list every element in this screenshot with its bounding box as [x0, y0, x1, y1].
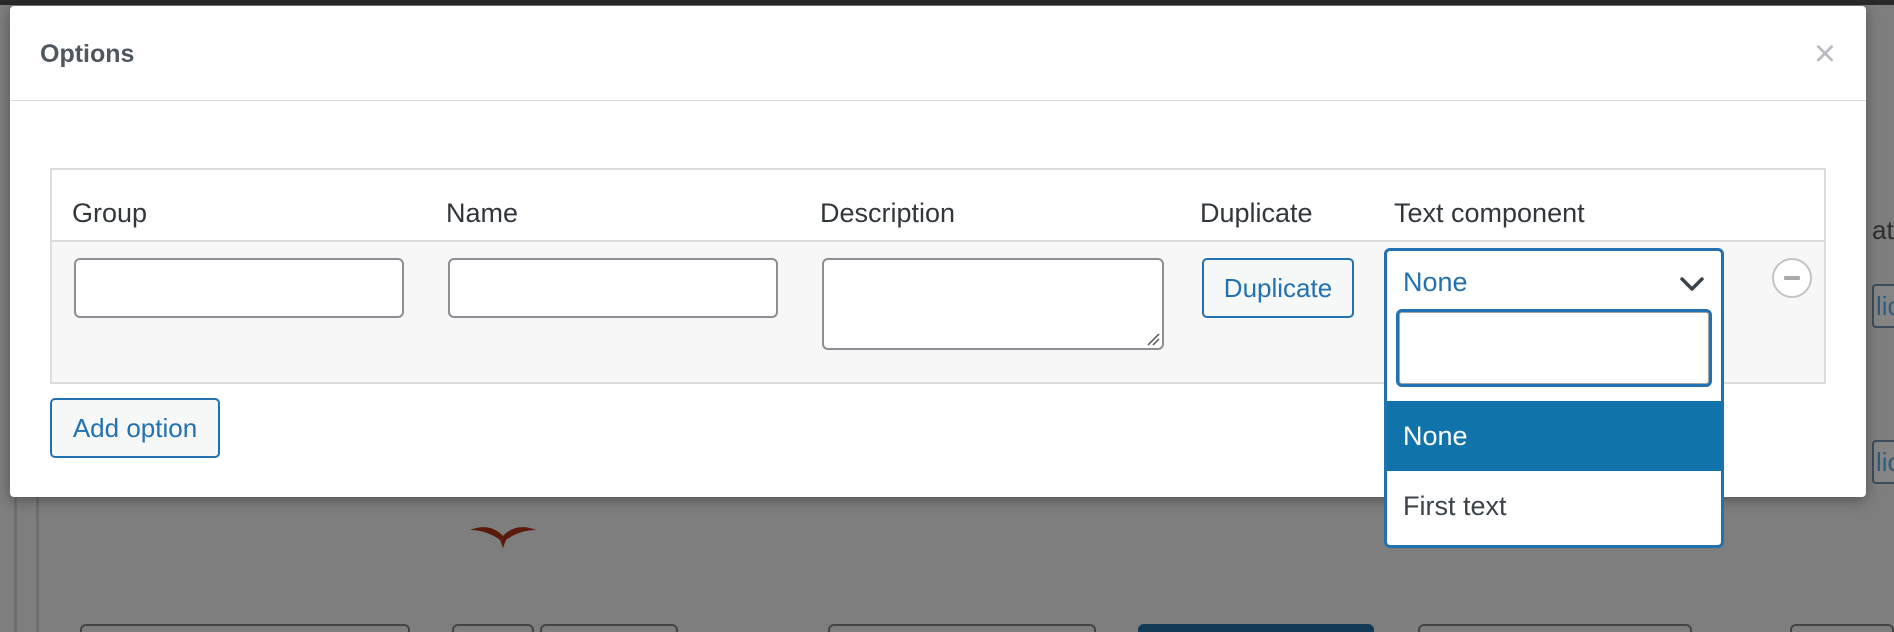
add-option-button[interactable]: Add option	[50, 398, 220, 458]
table-header: Group Name Description Duplicate Text co…	[52, 170, 1824, 242]
select-current-value: None	[1403, 267, 1468, 297]
dropdown-search-input[interactable]	[1396, 309, 1712, 387]
background-divider	[36, 490, 39, 632]
close-icon[interactable]: ×	[1805, 35, 1845, 76]
background-field	[80, 624, 410, 632]
background-field	[452, 624, 534, 632]
column-header-text-component: Text component	[1394, 198, 1585, 228]
text-component-select[interactable]: None None First text	[1384, 248, 1724, 548]
chevron-down-icon[interactable]	[1679, 275, 1705, 293]
background-divider	[14, 490, 17, 632]
dropdown-option-first-text[interactable]: First text	[1387, 471, 1721, 541]
dropdown-option-none[interactable]: None	[1387, 401, 1721, 471]
resize-grip-icon[interactable]	[1146, 332, 1160, 346]
background-field	[1790, 624, 1894, 632]
background-field	[828, 624, 1096, 632]
bird-image	[470, 527, 536, 548]
background-field	[1418, 624, 1692, 632]
modal-title: Options	[40, 40, 135, 68]
modal-header: Options ×	[10, 6, 1866, 101]
minus-circle-icon[interactable]	[1772, 258, 1812, 298]
background-peek-button: lica	[1872, 440, 1894, 484]
column-header-description: Description	[820, 198, 956, 228]
group-input[interactable]	[74, 258, 404, 318]
background-peek-button: lica	[1872, 284, 1894, 328]
name-input[interactable]	[448, 258, 778, 318]
background-admin-bar	[0, 0, 1894, 5]
description-textarea[interactable]	[822, 258, 1164, 350]
column-header-duplicate: Duplicate	[1200, 198, 1313, 228]
column-header-name: Name	[446, 198, 519, 228]
duplicate-button[interactable]: Duplicate	[1202, 258, 1354, 318]
background-field	[540, 624, 678, 632]
background-primary-button	[1138, 624, 1374, 632]
background-peek-text: ate	[1872, 215, 1894, 245]
column-header-group: Group	[72, 198, 148, 228]
